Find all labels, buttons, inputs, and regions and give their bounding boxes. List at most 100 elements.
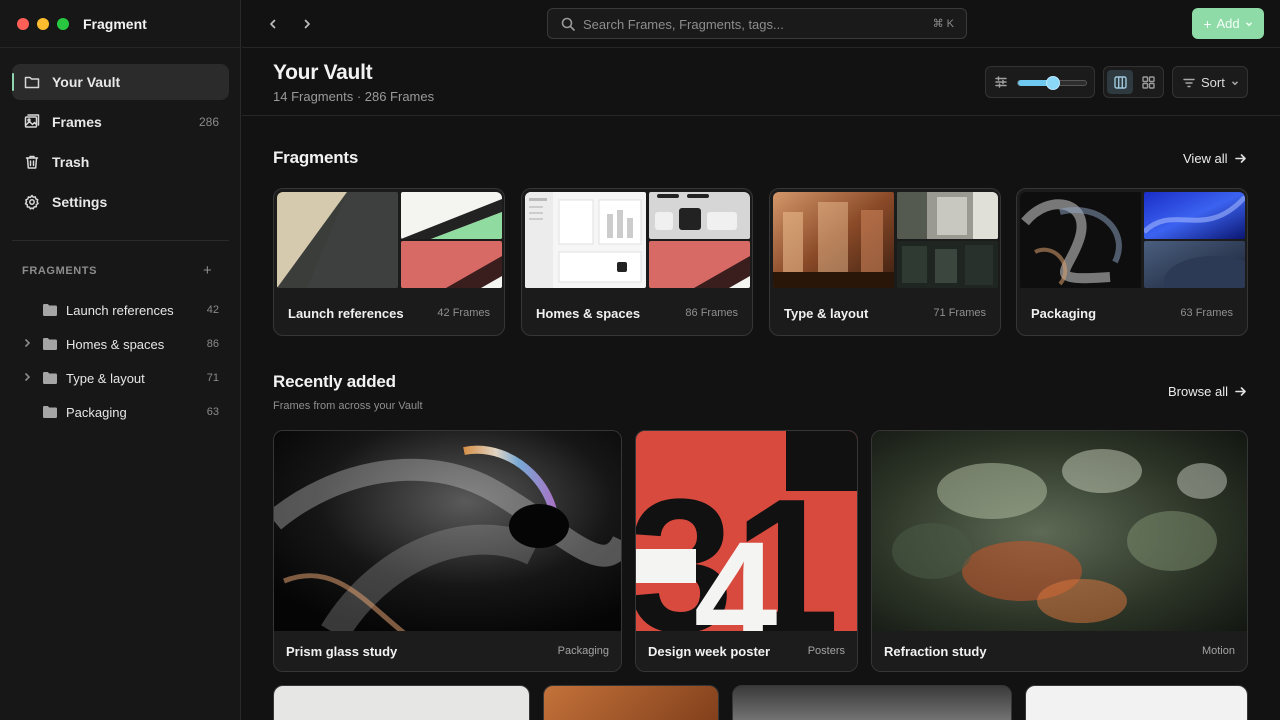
fragment-card[interactable]: Launch references 42 Frames [273,188,505,336]
browse-all-link[interactable]: Browse all [1168,384,1246,399]
fragment-card-count: 71 Frames [933,307,986,319]
fragment-card-title: Packaging [1031,306,1097,321]
poster-digit: 4 [694,510,777,633]
sidebar-item-label: Settings [52,194,108,210]
back-button[interactable] [263,14,283,34]
divider [12,240,229,241]
sidebar-item-settings[interactable]: Settings [12,184,229,220]
frame-image: 31 4 [636,431,857,671]
recent-section-title: Recently added [273,372,396,391]
frames-count: 286 [198,115,219,129]
frame-tile[interactable] [732,685,1012,720]
close-window-button[interactable] [17,18,29,30]
view-all-link[interactable]: View all [1183,151,1246,166]
zoom-slider-thumb[interactable] [1046,76,1060,90]
fragment-card[interactable]: Homes & spaces 86 Frames [521,188,753,336]
zoom-slider[interactable] [1017,76,1087,90]
frame-caption: Design week poster Posters [636,631,857,671]
fragment-thumbnail [401,241,502,288]
fragment-count: 42 [206,304,219,316]
fragment-thumbnail [1144,192,1245,239]
fragment-label: Homes & spaces [66,337,165,352]
fragment-card[interactable]: Packaging 63 Frames [1016,188,1248,336]
chevron-right-icon [304,19,310,29]
sidebar-item-label: Trash [52,154,90,170]
search-bar[interactable]: ⌘ K [547,8,967,39]
browse-all-label: Browse all [1168,384,1228,399]
sliders-icon[interactable] [994,75,1008,89]
frame-tile[interactable]: Refraction study Motion [871,430,1248,672]
search-input[interactable] [583,15,913,33]
frame-tile[interactable] [1025,685,1248,720]
frame-caption: Prism glass study Packaging [274,631,621,671]
fragment-thumbnail [897,241,998,288]
chevron-right-icon[interactable] [21,371,33,383]
fragment-thumbnail [649,241,750,288]
sidebar-fragment-launch-references[interactable]: Launch references 42 [12,295,229,325]
frame-image [872,431,1247,633]
fragment-thumbnail [525,192,646,288]
grid-icon [1141,75,1155,89]
page-subtitle: 14 Fragments · 286 Frames [273,89,435,104]
frame-tile[interactable]: Prism glass study Packaging [273,430,622,672]
forward-button[interactable] [297,14,317,34]
page-header: Your Vault 14 Fragments · 286 Frames Sor… [242,48,1280,116]
chevron-left-icon [270,19,276,29]
fragment-card[interactable]: Type & layout 71 Frames [769,188,1001,336]
frame-title: Refraction study [884,644,987,659]
chevron-right-icon[interactable] [21,337,33,349]
grid-view-button[interactable] [1135,70,1161,94]
view-toggle [1103,66,1164,98]
frame-tile[interactable] [543,685,719,720]
fragment-count: 71 [206,372,219,384]
recent-section-subtitle: Frames from across your Vault [273,400,423,412]
folder-icon [43,304,57,316]
view-all-label: View all [1183,151,1228,166]
frame-tag: Motion [1201,645,1235,657]
plus-icon: + [1203,15,1212,32]
folder-icon [43,406,57,418]
folder-icon [43,372,57,384]
sidebar-item-your-vault[interactable]: Your Vault [12,64,229,100]
sort-icon [1183,78,1195,87]
fragments-section-title: Fragments [273,148,359,167]
fragment-thumbnail [649,192,750,239]
frame-tag: Packaging [557,645,609,657]
app-title: Fragment [83,16,147,32]
folder-icon [24,76,40,89]
columns-icon [1113,75,1127,89]
frame-title: Design week poster [648,644,771,659]
frame-tile[interactable] [273,685,530,720]
fragment-thumbnail [1144,241,1245,288]
image-icon [24,114,40,128]
fragment-count: 86 [206,338,219,350]
chevron-down-icon [1231,80,1238,85]
minimize-window-button[interactable] [37,18,49,30]
sidebar-item-frames[interactable]: Frames 286 [12,104,229,140]
fragment-count: 63 [206,406,219,418]
sidebar-item-trash[interactable]: Trash [12,144,229,180]
maximize-window-button[interactable] [57,18,69,30]
folder-icon [43,338,57,350]
sort-button[interactable]: Sort [1172,66,1248,98]
frame-caption: Refraction study Motion [872,631,1247,671]
fragment-card-title: Launch references [288,306,404,321]
fragment-label: Type & layout [66,371,145,386]
add-fragment-button[interactable]: + [203,262,212,279]
sidebar-fragment-packaging[interactable]: Packaging 63 [12,397,229,427]
sort-label: Sort [1201,75,1225,90]
fragment-label: Launch references [66,303,174,318]
fragment-card-title: Type & layout [784,306,869,321]
fragment-card-count: 42 Frames [437,307,490,319]
columns-view-button[interactable] [1107,70,1133,94]
sidebar-fragment-homes-spaces[interactable]: Homes & spaces 86 [12,329,229,359]
sidebar-fragment-type-layout[interactable]: Type & layout 71 [12,363,229,393]
search-icon [561,17,575,31]
chevron-down-icon [1245,16,1253,31]
frame-image [274,431,621,642]
frame-tile[interactable]: 31 4 Design week poster Posters [635,430,858,672]
search-shortcut: ⌘ K [932,18,954,30]
fragment-label: Packaging [66,405,127,420]
add-button[interactable]: + Add [1192,8,1264,39]
fragment-card-count: 86 Frames [685,307,738,319]
